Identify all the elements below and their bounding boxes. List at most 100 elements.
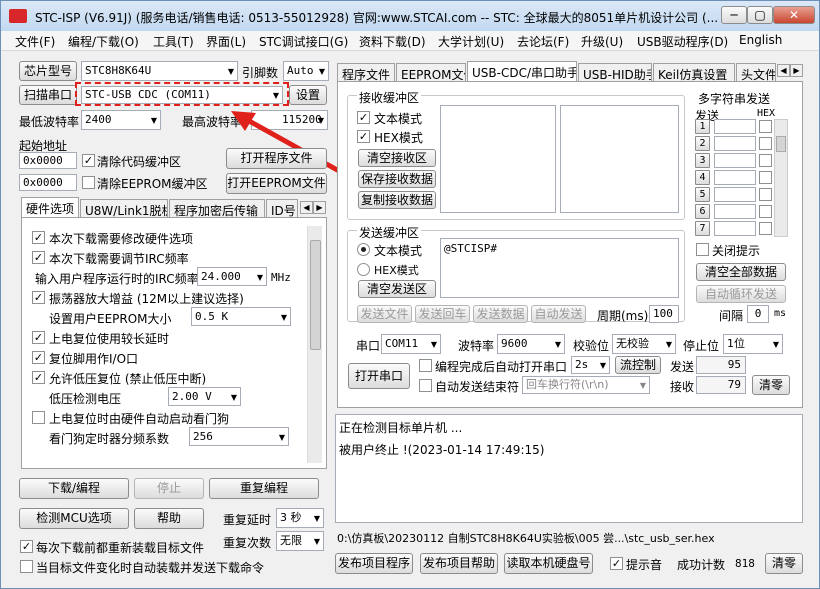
menu-program[interactable]: 编程/下载(O) [68, 33, 139, 50]
copy-receive-button[interactable]: 复制接收数据 [358, 191, 436, 209]
multi-send-row-input[interactable] [714, 153, 756, 168]
clear-count-button[interactable]: 清零 [752, 375, 790, 395]
multi-send-row-hex-checkbox[interactable] [759, 205, 772, 218]
code-start-address-input[interactable]: 0x0000 [19, 152, 77, 169]
min-baud-select[interactable]: 2400 [81, 110, 161, 130]
multi-send-row-button[interactable]: 6 [695, 204, 710, 219]
tab-scroll-left[interactable]: ◀ [300, 201, 313, 214]
scan-port-button[interactable]: 扫描串口 [19, 85, 77, 105]
clear-success-button[interactable]: 清零 [765, 553, 803, 574]
auto-loop-send-button[interactable]: 自动循环发送 [696, 285, 786, 303]
multi-send-row-button[interactable]: 2 [695, 136, 710, 151]
baud-rate-select[interactable]: 9600 [497, 334, 565, 354]
clear-receive-button[interactable]: 清空接收区 [358, 149, 436, 167]
minimize-button[interactable]: ─ [721, 6, 747, 24]
maximize-button[interactable]: ▢ [747, 6, 773, 24]
opt-modify-hw-checkbox[interactable]: ✓ [32, 231, 45, 244]
tab-encrypted-transfer[interactable]: 程序加密后传输 [169, 199, 265, 218]
recv-text-mode-checkbox[interactable]: ✓ [357, 111, 370, 124]
interval-input[interactable]: 0 [747, 305, 769, 323]
sound-prompt-checkbox[interactable]: ✓ [610, 557, 623, 570]
auto-load-checkbox[interactable] [20, 560, 33, 573]
menu-university[interactable]: 大学计划(U) [438, 33, 504, 50]
read-disk-id-button[interactable]: 读取本机硬盘号 [504, 553, 593, 574]
parity-select[interactable]: 无校验 [612, 334, 676, 354]
detect-mcu-button[interactable]: 检测MCU选项 [19, 508, 129, 529]
multi-send-row-button[interactable]: 7 [695, 221, 710, 236]
receive-hex-area[interactable] [560, 105, 679, 213]
help-button[interactable]: 帮助 [134, 508, 204, 529]
menu-upgrade[interactable]: 升级(U) [581, 33, 623, 50]
multi-send-row-input[interactable] [714, 136, 756, 151]
chip-model-select[interactable]: STC8H8K64U [81, 61, 238, 81]
send-hex-mode-radio[interactable] [357, 263, 370, 276]
receive-text-area[interactable] [440, 105, 556, 213]
options-scrollbar[interactable] [307, 226, 322, 463]
tab-scroll-right[interactable]: ▶ [313, 201, 326, 214]
multi-send-row-input[interactable] [714, 221, 756, 236]
lv-detect-select[interactable]: 2.00 V [168, 387, 241, 406]
menu-usb-driver[interactable]: USB驱动程序(D) [637, 33, 728, 50]
tab-header-file[interactable]: 头文件 [736, 63, 776, 82]
close-prompt-checkbox[interactable] [696, 243, 709, 256]
multi-send-row-button[interactable]: 3 [695, 153, 710, 168]
send-return-button[interactable]: 发送回车 [415, 305, 470, 323]
auto-open-delay-select[interactable]: 2s [571, 356, 610, 374]
send-text-area[interactable]: @STCISP# [440, 238, 679, 298]
clear-all-data-button[interactable]: 清空全部数据 [696, 263, 786, 281]
send-file-button[interactable]: 发送文件 [357, 305, 412, 323]
menu-file[interactable]: 文件(F) [15, 33, 55, 50]
tab-hardware-options[interactable]: 硬件选项 [21, 197, 79, 218]
right-tab-scroll-left[interactable]: ◀ [777, 64, 790, 77]
auto-send-end-checkbox[interactable] [419, 379, 432, 392]
tab-keil-sim[interactable]: Keil仿真设置 [653, 63, 735, 82]
multi-send-row-button[interactable]: 5 [695, 187, 710, 202]
recv-hex-mode-checkbox[interactable]: ✓ [357, 130, 370, 143]
download-program-button[interactable]: 下载/编程 [19, 478, 129, 499]
repeat-program-button[interactable]: 重复编程 [209, 478, 319, 499]
open-program-file-button[interactable]: 打开程序文件 [226, 148, 327, 169]
close-button[interactable]: ✕ [773, 6, 815, 24]
opt-osc-gain-checkbox[interactable]: ✓ [32, 291, 45, 304]
opt-watchdog-checkbox[interactable] [32, 411, 45, 424]
flow-control-button[interactable]: 流控制 [615, 356, 661, 374]
publish-program-button[interactable]: 发布项目程序 [335, 553, 413, 574]
tab-id-number[interactable]: ID号 [266, 199, 298, 218]
menu-english[interactable]: English [739, 33, 782, 47]
tab-program-file[interactable]: 程序文件 [337, 63, 395, 82]
menu-forum[interactable]: 去论坛(F) [517, 33, 569, 50]
eeprom-size-select[interactable]: 0.5 K [191, 307, 291, 326]
multi-send-row-input[interactable] [714, 170, 756, 185]
wdt-prescaler-select[interactable]: 256 [189, 427, 289, 446]
opt-long-delay-checkbox[interactable]: ✓ [32, 331, 45, 344]
multi-send-row-input[interactable] [714, 204, 756, 219]
tab-eeprom-file[interactable]: EEPROM文件 [396, 63, 466, 82]
menu-download[interactable]: 资料下载(D) [359, 33, 426, 50]
multi-send-scrollbar[interactable] [774, 119, 788, 237]
menu-tools[interactable]: 工具(T) [153, 33, 194, 50]
multi-send-row-input[interactable] [714, 187, 756, 202]
serial-port-select[interactable]: COM11 [381, 334, 441, 354]
multi-send-row-hex-checkbox[interactable] [759, 120, 772, 133]
eeprom-start-address-input[interactable]: 0x0000 [19, 174, 77, 191]
clear-send-button[interactable]: 清空发送区 [358, 280, 436, 298]
open-serial-button[interactable]: 打开串口 [348, 363, 410, 389]
reload-before-download-checkbox[interactable]: ✓ [20, 540, 33, 553]
tab-usb-hid[interactable]: USB-HID助手 [578, 63, 652, 82]
auto-send-button[interactable]: 自动发送 [531, 305, 586, 323]
multi-send-row-hex-checkbox[interactable] [759, 188, 772, 201]
send-text-mode-radio[interactable] [357, 243, 370, 256]
pins-select[interactable]: Auto [283, 61, 329, 81]
send-data-button[interactable]: 发送数据 [473, 305, 528, 323]
chip-model-button[interactable]: 芯片型号 [19, 61, 77, 81]
multi-send-row-hex-checkbox[interactable] [759, 137, 772, 150]
open-eeprom-file-button[interactable]: 打开EEPROM文件 [226, 173, 327, 194]
multi-send-row-button[interactable]: 4 [695, 170, 710, 185]
menu-debug[interactable]: STC调试接口(G) [259, 33, 348, 50]
period-input[interactable]: 100 [649, 305, 679, 323]
menu-interface[interactable]: 界面(L) [206, 33, 246, 50]
newline-select[interactable]: 回车换行符(\r\n) [522, 376, 650, 394]
multi-send-row-button[interactable]: 1 [695, 119, 710, 134]
opt-adjust-irc-checkbox[interactable]: ✓ [32, 251, 45, 264]
multi-send-row-input[interactable] [714, 119, 756, 134]
